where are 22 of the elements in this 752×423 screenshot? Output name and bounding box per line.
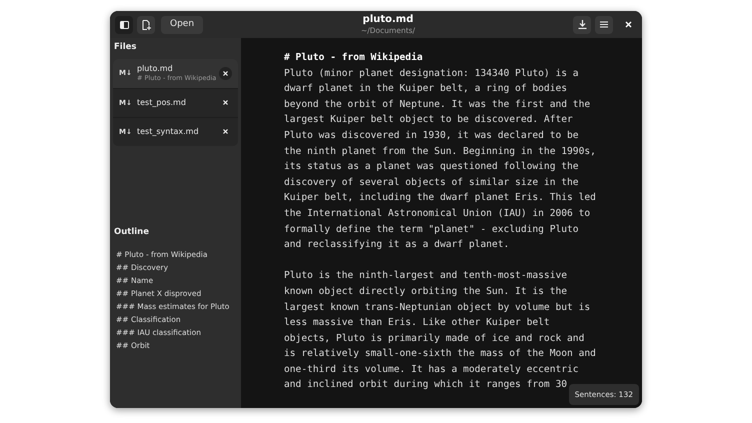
close-icon <box>223 129 228 134</box>
file-name: test_syntax.md <box>137 126 200 137</box>
close-file-button[interactable] <box>219 66 232 80</box>
close-icon <box>624 21 632 28</box>
open-button[interactable]: Open <box>161 16 204 34</box>
download-icon <box>578 20 586 29</box>
new-document-icon <box>142 20 150 30</box>
file-name: test_pos.md <box>137 98 187 108</box>
download-button[interactable] <box>573 16 591 34</box>
outline-heading: Outline <box>114 226 150 238</box>
close-icon <box>223 70 228 76</box>
sidebar-toggle-button[interactable] <box>115 16 133 34</box>
paragraph: Pluto (minor planet designation: 134340 Pluto) is a dwarf planet in the Kuiper belt, a ring of bodies beyond the orbit of Neptune. It was the first and the largest Kuiper belt object to be discovered. After Pluto was discovered in 1930, it was declared to be the ninth planet from the Sun. Beginning in the 1990s, its status as a planet was questioned following the discovery of several objects of similar size in the Kuiper belt, including the dwarf planet Eris. This led the International Astronomical Union (IAU) in 2006 to formally define the term "planet" - excluding Pluto and reclassifying it as a dwarf planet. <box>284 66 596 252</box>
close-icon <box>223 100 228 106</box>
file-name: pluto.md <box>137 64 174 74</box>
files-heading: Files <box>114 41 138 54</box>
sidebar-icon <box>120 20 128 28</box>
window-title: pluto.md <box>362 14 414 25</box>
menu-icon <box>600 21 608 28</box>
new-file-button[interactable] <box>137 16 155 34</box>
menu-button[interactable] <box>595 16 613 34</box>
document-heading: # Pluto - from Wikipedia <box>284 51 423 65</box>
